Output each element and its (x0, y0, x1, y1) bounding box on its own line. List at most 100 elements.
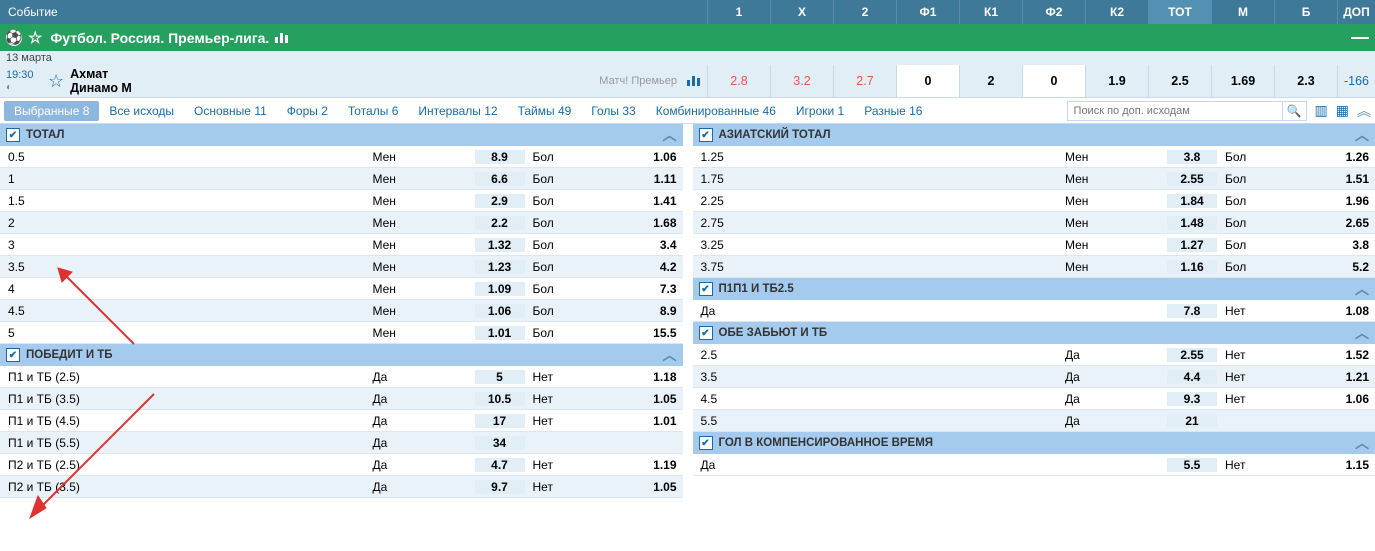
market-row[interactable]: 4Мен1.09Бол7.3 (0, 278, 683, 300)
odd-cell[interactable]: 3.2 (770, 65, 833, 97)
odd-cell[interactable]: 2.3 (1274, 65, 1337, 97)
header-col-2[interactable]: 2 (833, 0, 896, 24)
odd-cell[interactable]: 0 (896, 65, 959, 97)
header-col-Ф1[interactable]: Ф1 (896, 0, 959, 24)
panel-header[interactable]: ✔АЗИАТСКИЙ ТОТАЛ︿ (693, 124, 1375, 146)
tab[interactable]: Таймы 49 (508, 101, 582, 121)
market-row[interactable]: П1 и ТБ (2.5)Да5Нет1.18 (0, 366, 683, 388)
market-row[interactable]: 1.75Мен2.55Бол1.51 (693, 168, 1375, 190)
header-col-ДОП[interactable]: ДОП (1337, 0, 1375, 24)
tv-channel: Матч! Премьер (599, 75, 677, 87)
market-row[interactable]: 1.5Мен2.9Бол1.41 (0, 190, 683, 212)
tab[interactable]: Игроки 1 (786, 101, 854, 121)
panel-header[interactable]: ✔П1П1 И ТБ2.5︿ (693, 278, 1375, 300)
tab[interactable]: Разные 16 (854, 101, 932, 121)
stats-icon[interactable] (275, 30, 289, 46)
match-row[interactable]: 19:30◐ ☆ Ахмат Динамо М Матч! Премьер 2.… (0, 65, 1375, 98)
check-icon[interactable]: ✔ (699, 282, 713, 296)
search-input[interactable] (1068, 103, 1282, 119)
odd-cell[interactable]: 2.5 (1148, 65, 1211, 97)
market-row[interactable]: Да7.8Нет1.08 (693, 300, 1375, 322)
check-icon[interactable]: ✔ (699, 436, 713, 450)
match-date: 13 марта (0, 51, 1375, 65)
favorite-star-icon[interactable]: ☆ (48, 71, 64, 92)
collapse-icon[interactable]: ︿ (1355, 279, 1369, 299)
collapse-icon[interactable]: ︿ (1355, 125, 1369, 145)
market-row[interactable]: 2Мен2.2Бол1.68 (0, 212, 683, 234)
market-row[interactable]: 1.25Мен3.8Бол1.26 (693, 146, 1375, 168)
odd-cell[interactable]: 2.7 (833, 65, 896, 97)
header-col-М[interactable]: М (1211, 0, 1274, 24)
match-stats-icon[interactable] (687, 73, 701, 89)
star-icon[interactable]: ☆ (28, 28, 42, 48)
columns-icon[interactable]: ▥ (1315, 102, 1328, 119)
market-row[interactable]: 4.5Да9.3Нет1.06 (693, 388, 1375, 410)
search-box[interactable]: 🔍 (1067, 101, 1307, 121)
header-col-Х[interactable]: Х (770, 0, 833, 24)
check-icon[interactable]: ✔ (699, 326, 713, 340)
market-row[interactable]: 3.5Мен1.23Бол4.2 (0, 256, 683, 278)
header-col-Б[interactable]: Б (1274, 0, 1337, 24)
market-row[interactable]: 2.5Да2.55Нет1.52 (693, 344, 1375, 366)
collapse-all-icon[interactable]: ︽ (1357, 101, 1371, 121)
match-teams: Ахмат Динамо М (70, 67, 132, 95)
league-title: Футбол. Россия. Премьер-лига. (50, 30, 269, 46)
soccer-icon: ⚽ (6, 30, 22, 46)
search-icon[interactable]: 🔍 (1282, 102, 1306, 120)
header-col-1[interactable]: 1 (707, 0, 770, 24)
header-col-К2[interactable]: К2 (1085, 0, 1148, 24)
market-row[interactable]: П1 и ТБ (4.5)Да17Нет1.01 (0, 410, 683, 432)
market-row[interactable]: 2.25Мен1.84Бол1.96 (693, 190, 1375, 212)
header-col-ТОТ[interactable]: ТОТ (1148, 0, 1211, 24)
header-col-К1[interactable]: К1 (959, 0, 1022, 24)
odd-cell[interactable]: 1.9 (1085, 65, 1148, 97)
market-row[interactable]: 5Мен1.01Бол15.5 (0, 322, 683, 344)
panel-header[interactable]: ✔ГОЛ В КОМПЕНСИРОВАННОЕ ВРЕМЯ︿ (693, 432, 1375, 454)
market-row[interactable]: 4.5Мен1.06Бол8.9 (0, 300, 683, 322)
odd-cell[interactable]: 2 (959, 65, 1022, 97)
market-row[interactable]: П1 и ТБ (5.5)Да34 (0, 432, 683, 454)
market-row[interactable]: П2 и ТБ (3.5)Да9.7Нет1.05 (0, 476, 683, 498)
market-row[interactable]: 2.75Мен1.48Бол2.65 (693, 212, 1375, 234)
top-header: Событие 1Х2Ф1К1Ф2К2ТОТМБДОП (0, 0, 1375, 24)
odd-cell[interactable]: -166 (1337, 65, 1375, 97)
panel-header[interactable]: ✔ПОБЕДИТ И ТБ︿ (0, 344, 683, 366)
league-bar: ⚽ ☆ Футбол. Россия. Премьер-лига. — (0, 24, 1375, 51)
market-row[interactable]: 3.5Да4.4Нет1.21 (693, 366, 1375, 388)
check-icon[interactable]: ✔ (6, 348, 20, 362)
grid-icon[interactable]: ▦ (1336, 102, 1349, 119)
market-row[interactable]: 0.5Мен8.9Бол1.06 (0, 146, 683, 168)
market-row[interactable]: 3.25Мен1.27Бол3.8 (693, 234, 1375, 256)
tab[interactable]: Все исходы (99, 101, 184, 121)
market-row[interactable]: П2 и ТБ (2.5)Да4.7Нет1.19 (0, 454, 683, 476)
tab[interactable]: Тоталы 6 (338, 101, 408, 121)
event-label: Событие (0, 3, 66, 21)
check-icon[interactable]: ✔ (6, 128, 20, 142)
odd-cell[interactable]: 1.69 (1211, 65, 1274, 97)
tab[interactable]: Интервалы 12 (408, 101, 507, 121)
collapse-icon[interactable]: ︿ (663, 345, 677, 365)
check-icon[interactable]: ✔ (699, 128, 713, 142)
market-row[interactable]: Да5.5Нет1.15 (693, 454, 1375, 476)
tab[interactable]: Основные 11 (184, 101, 277, 121)
market-row[interactable]: 3.75Мен1.16Бол5.2 (693, 256, 1375, 278)
panel-header[interactable]: ✔ОБЕ ЗАБЬЮТ И ТБ︿ (693, 322, 1375, 344)
tab[interactable]: Комбинированные 46 (646, 101, 786, 121)
match-time: 19:30◐ (0, 67, 48, 95)
collapse-icon[interactable]: ︿ (1355, 433, 1369, 453)
odd-cell[interactable]: 2.8 (707, 65, 770, 97)
minimize-icon[interactable]: — (1351, 27, 1369, 48)
collapse-icon[interactable]: ︿ (1355, 323, 1369, 343)
market-row[interactable]: П1 и ТБ (3.5)Да10.5Нет1.05 (0, 388, 683, 410)
market-row[interactable]: 1Мен6.6Бол1.11 (0, 168, 683, 190)
tab[interactable]: Голы 33 (581, 101, 645, 121)
tabs-bar: Выбранные 8Все исходыОсновные 11Форы 2То… (0, 98, 1375, 124)
tab[interactable]: Выбранные 8 (4, 101, 99, 121)
collapse-icon[interactable]: ︿ (663, 125, 677, 145)
panel-header[interactable]: ✔ТОТАЛ︿ (0, 124, 683, 146)
tab[interactable]: Форы 2 (277, 101, 338, 121)
odd-cell[interactable]: 0 (1022, 65, 1085, 97)
market-row[interactable]: 3Мен1.32Бол3.4 (0, 234, 683, 256)
market-row[interactable]: 5.5Да21 (693, 410, 1375, 432)
header-col-Ф2[interactable]: Ф2 (1022, 0, 1085, 24)
